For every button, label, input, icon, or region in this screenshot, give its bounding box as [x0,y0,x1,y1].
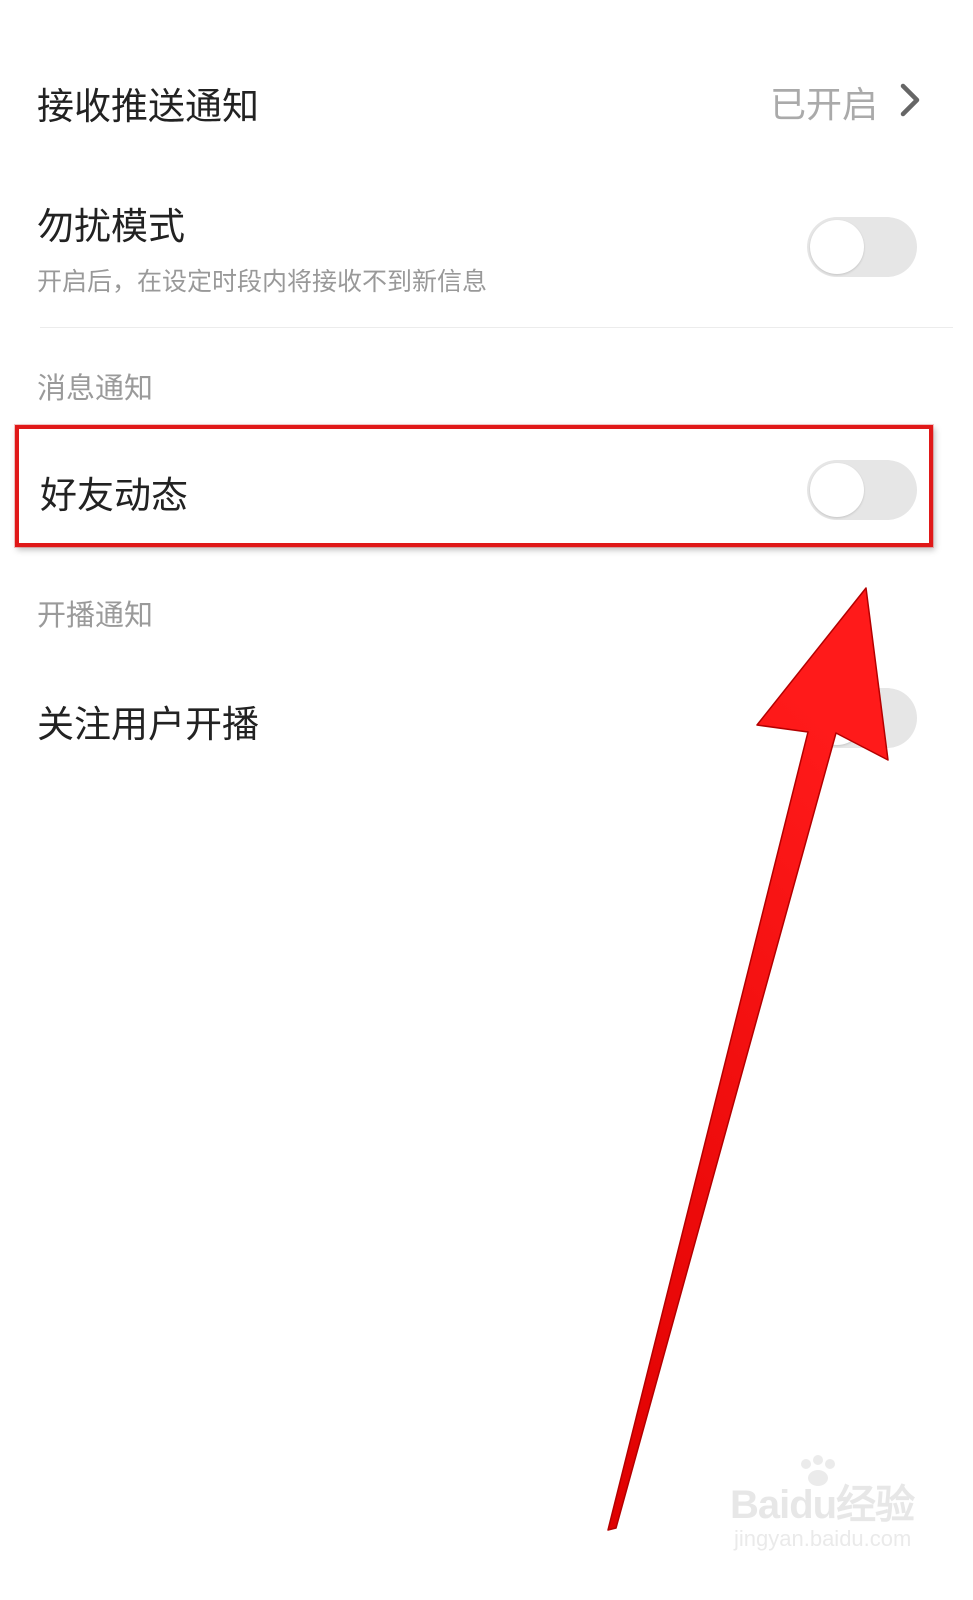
divider [40,327,953,328]
push-notification-status: 已开启 [769,85,878,126]
message-notification-header: 消息通知 [37,371,154,405]
dnd-mode-row: 勿扰模式 开启后，在设定时段内将接收不到新信息 [0,180,973,320]
dnd-mode-description: 开启后，在设定时段内将接收不到新信息 [37,267,488,296]
dnd-mode-toggle[interactable] [807,217,917,277]
dnd-mode-label: 勿扰模式 [37,205,185,248]
followed-users-live-toggle[interactable] [807,688,917,748]
chevron-right-icon [900,83,920,117]
toggle-knob [810,691,864,745]
push-notification-row[interactable]: 接收推送通知 已开启 [0,60,973,140]
followed-users-live-row: 关注用户开播 [0,670,973,770]
watermark-url: jingyan.baidu.com [734,1526,912,1551]
followed-users-live-label: 关注用户开播 [37,703,259,746]
push-notification-label: 接收推送通知 [37,85,259,128]
broadcast-notification-header: 开播通知 [37,598,154,632]
toggle-knob [810,220,864,274]
highlight-box [15,425,933,547]
baidu-jingyan-watermark: Baidu经验 jingyan.baidu.com [730,1455,960,1570]
watermark-logo: Baidu经验 [730,1483,915,1527]
